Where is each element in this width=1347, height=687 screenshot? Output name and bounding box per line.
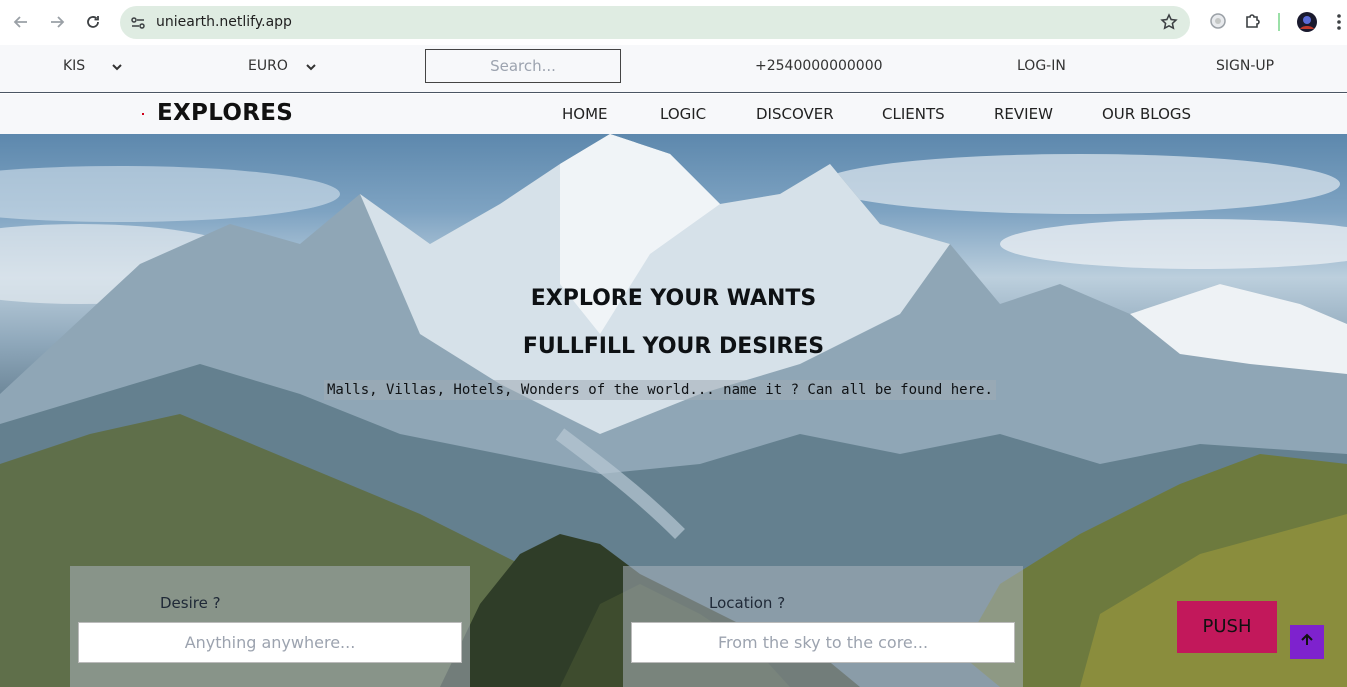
toolbar-divider xyxy=(1278,13,1280,31)
nav-link-discover[interactable]: DISCOVER xyxy=(756,105,834,123)
push-button[interactable]: PUSH xyxy=(1177,601,1277,653)
extension-icon[interactable] xyxy=(1208,11,1228,36)
chevron-down-icon xyxy=(305,60,317,76)
hero-subtitle: Malls, Villas, Hotels, Wonders of the wo… xyxy=(324,380,996,400)
location-label: Location ? xyxy=(709,594,786,612)
signup-link[interactable]: SIGN-UP xyxy=(1216,58,1274,74)
brand-mark xyxy=(142,113,144,115)
address-bar[interactable]: uniearth.netlify.app xyxy=(120,6,1190,39)
phone-number: +2540000000000 xyxy=(755,58,883,74)
nav-link-clients[interactable]: CLIENTS xyxy=(882,105,945,123)
url-text[interactable]: uniearth.netlify.app xyxy=(156,14,292,30)
login-link[interactable]: LOG-IN xyxy=(1017,58,1066,74)
language-select[interactable]: KIS xyxy=(63,58,122,74)
nav-link-logic[interactable]: LOGIC xyxy=(660,105,706,123)
desire-field-card: Desire ? Anything anywhere... xyxy=(70,566,470,687)
scroll-to-top-button[interactable] xyxy=(1290,625,1324,659)
currency-select[interactable]: EURO xyxy=(248,58,316,74)
main-navigation: EXPLORES HOME LOGIC DISCOVER CLIENTS REV… xyxy=(0,94,1347,134)
location-field-card: Location ? From the sky to the core... xyxy=(623,566,1023,687)
reload-icon[interactable] xyxy=(81,10,105,34)
nav-link-our-blogs[interactable]: OUR BLOGS xyxy=(1102,105,1191,123)
nav-link-home[interactable]: HOME xyxy=(562,105,608,123)
back-icon[interactable] xyxy=(9,10,33,34)
chevron-down-icon xyxy=(111,60,123,76)
desire-label: Desire ? xyxy=(160,594,221,612)
search-input[interactable]: Search... xyxy=(425,49,621,83)
utility-bar: KIS EURO Search... +2540000000000 LOG-IN… xyxy=(0,45,1347,93)
bookmark-star-icon[interactable] xyxy=(1160,13,1178,36)
hero-title-line2: FULLFILL YOUR DESIRES xyxy=(522,334,825,359)
desire-input[interactable]: Anything anywhere... xyxy=(78,622,462,663)
extensions-puzzle-icon[interactable] xyxy=(1243,11,1263,36)
menu-kebab-icon[interactable] xyxy=(1336,12,1342,37)
profile-avatar[interactable] xyxy=(1297,12,1317,37)
nav-link-review[interactable]: REVIEW xyxy=(994,105,1053,123)
brand-logo[interactable]: EXPLORES xyxy=(157,100,293,126)
location-input[interactable]: From the sky to the core... xyxy=(631,622,1015,663)
forward-icon[interactable] xyxy=(45,10,69,34)
arrow-up-icon xyxy=(1300,633,1314,652)
language-value: KIS xyxy=(63,58,86,74)
currency-value: EURO xyxy=(248,58,288,74)
hero-section: EXPLORE YOUR WANTS FULLFILL YOUR DESIRES… xyxy=(0,134,1347,687)
hero-title-line1: EXPLORE YOUR WANTS xyxy=(530,286,817,311)
browser-toolbar: uniearth.netlify.app xyxy=(0,0,1347,45)
site-info-icon[interactable] xyxy=(130,15,146,31)
